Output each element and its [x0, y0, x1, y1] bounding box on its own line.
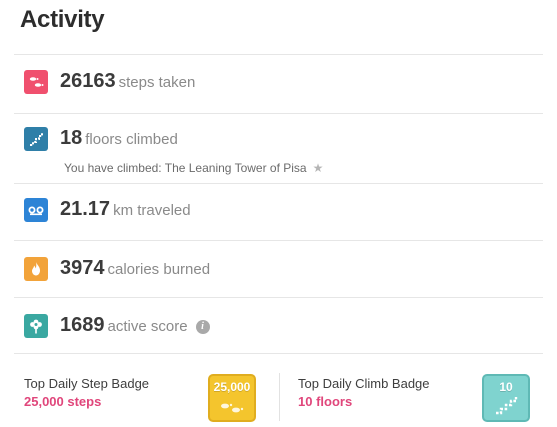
activity-panel: Activity 26163 steps taken 18 floors climb…: [0, 0, 557, 427]
divider: [14, 183, 543, 184]
flower-icon: [24, 314, 48, 338]
steps-value: 26163: [60, 70, 116, 92]
step-badge-label: Top Daily Step Badge: [24, 376, 150, 391]
page-title: Activity: [20, 6, 105, 33]
step-badge-value: 25,000 steps: [24, 394, 102, 409]
achievement-text: You have climbed: The Leaning Tower of P…: [64, 161, 307, 175]
active-score-value: 1689: [60, 314, 105, 336]
distance-value: 21.17: [60, 198, 111, 220]
divider: [14, 240, 543, 241]
active-score-unit: active score: [107, 318, 188, 335]
calories-value: 3974: [60, 257, 105, 279]
flame-icon: [24, 257, 48, 281]
climb-badge-label: Top Daily Climb Badge: [298, 376, 430, 391]
calories-unit: calories burned: [107, 261, 211, 278]
divider: [14, 113, 543, 114]
step-badge-icon[interactable]: 25,000: [208, 374, 256, 422]
star-icon[interactable]: ★: [313, 161, 324, 175]
footsteps-icon: [24, 70, 48, 94]
floors-value: 18: [60, 127, 83, 149]
floors-achievement: You have climbed: The Leaning Tower of P…: [64, 161, 323, 175]
climb-badge-icon[interactable]: 10: [482, 374, 530, 422]
divider: [14, 353, 543, 354]
floors-unit: floors climbed: [85, 131, 178, 148]
distance-unit: km traveled: [113, 202, 191, 219]
distance-icon: [24, 198, 48, 222]
stairs-icon: [24, 127, 48, 151]
steps-unit: steps taken: [118, 74, 196, 91]
badge-divider: [279, 373, 280, 421]
divider: [14, 54, 543, 55]
climb-badge-value: 10 floors: [298, 394, 353, 409]
badges-section: Top Daily Step Badge 25,000 steps 25,000…: [0, 355, 557, 427]
info-icon[interactable]: i: [195, 320, 210, 334]
divider: [14, 297, 543, 298]
